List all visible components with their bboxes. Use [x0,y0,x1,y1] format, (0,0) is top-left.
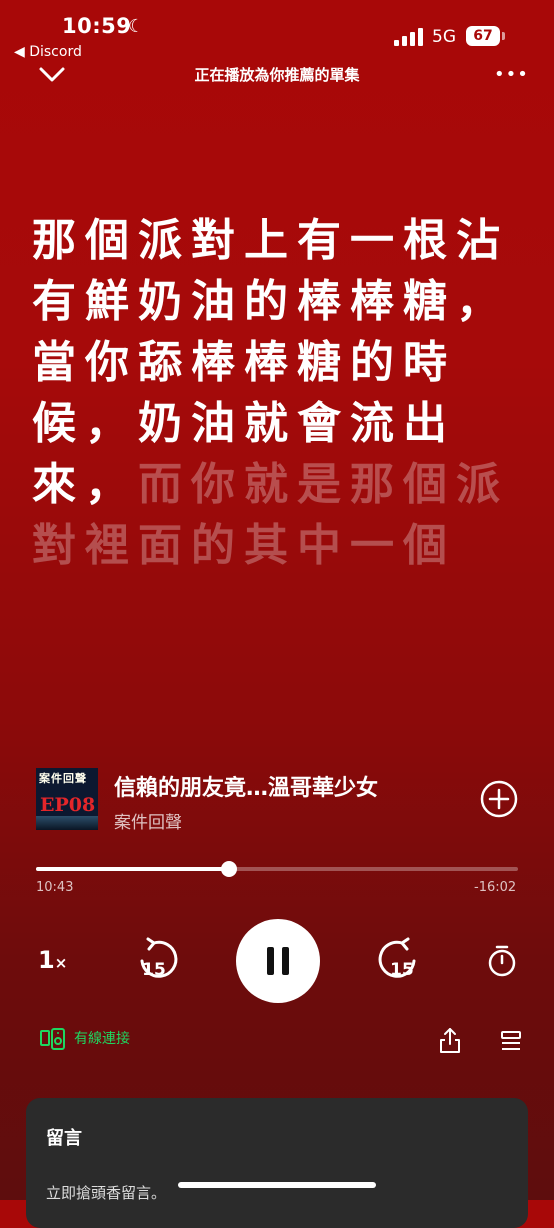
transcript-text: 那個派對上有一根沾有鮮奶油的棒棒糖，當你舔棒棒糖的時候，奶油就會流出來，而你就是… [32,210,512,576]
progress-bar[interactable] [36,861,518,877]
network-type: 5G [432,27,456,47]
pause-button[interactable] [236,919,320,1003]
home-indicator[interactable] [178,1182,376,1188]
now-playing-context: 正在播放為你推薦的單集 [194,66,360,84]
comments-title: 留言 [46,1128,82,1149]
playback-speed-button[interactable]: 1× [38,946,67,974]
comments-card[interactable]: 留言 立即搶頭香留言。 [26,1098,528,1228]
add-to-library-icon[interactable] [480,780,518,818]
device-connection[interactable]: 有線連接 [40,1028,130,1050]
queue-icon[interactable] [500,1030,522,1052]
moon-icon: ☾ [128,16,145,37]
fast-forward-icon: 15 [378,937,416,980]
skip-forward-button[interactable]: 15 [376,937,420,981]
podcast-name[interactable]: 案件回聲 [114,808,182,833]
status-time: 10:59 [62,14,132,38]
cellular-signal-icon [394,28,424,46]
back-to-app-link[interactable]: ◀ Discord [14,44,82,60]
elapsed-time: 10:43 [36,880,74,895]
battery-icon: 67 [466,26,500,46]
progress-fill [36,867,229,871]
skip-forward-label: 15 [390,960,414,980]
progress-knob[interactable] [220,861,237,877]
sleep-timer-icon[interactable] [486,944,518,978]
battery-tip [502,32,505,40]
skip-back-label: 15 [142,960,166,980]
share-icon[interactable] [438,1026,462,1054]
speed-suffix: × [54,954,68,972]
episode-title[interactable]: 信賴的朋友竟…溫哥華少女 [114,770,460,802]
cover-wave [36,816,98,830]
episode-cover-art[interactable]: 案件回聲 EP08 [36,768,98,830]
remaining-time: -16:02 [474,880,517,895]
cover-episode: EP08 [40,794,96,816]
pause-icon [267,947,289,975]
cover-title: 案件回聲 [39,772,87,785]
skip-back-button[interactable]: 15 [136,937,180,981]
more-options-icon[interactable]: ••• [494,64,529,85]
connection-label: 有線連接 [74,1031,130,1047]
speed-value: 1 [38,946,55,974]
speaker-device-icon [40,1028,65,1050]
rewind-icon: 15 [140,937,178,980]
